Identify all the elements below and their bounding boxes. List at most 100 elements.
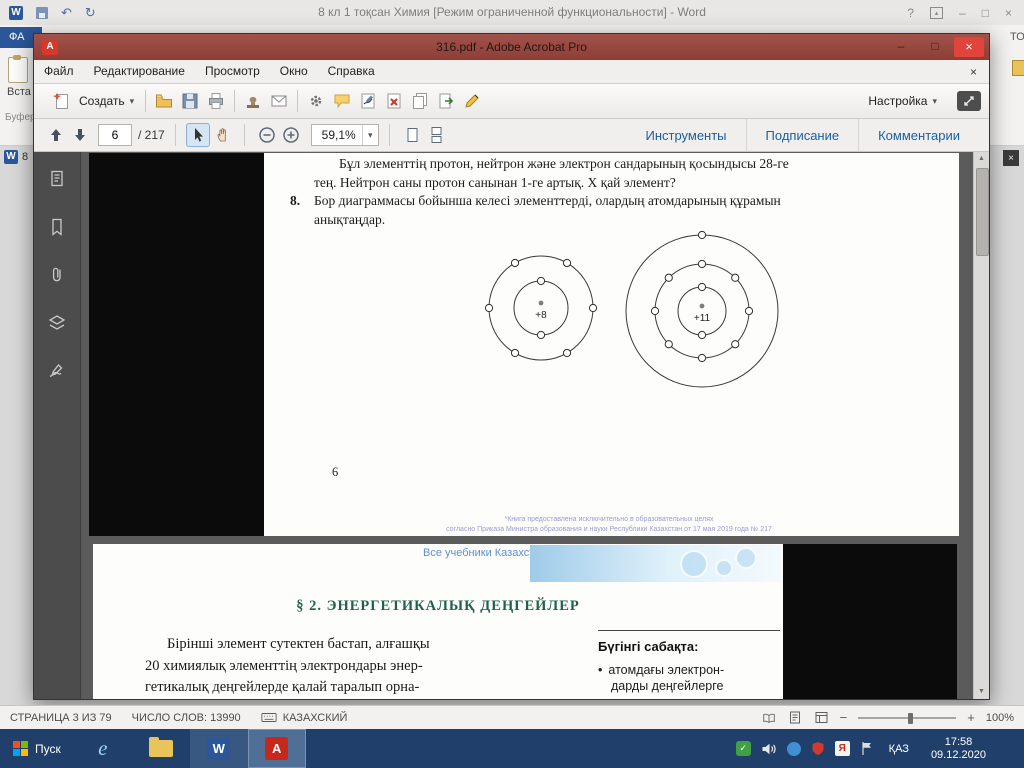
create-button[interactable]: Создать ▾ (42, 88, 140, 114)
gear-icon[interactable] (303, 89, 329, 113)
undo-icon[interactable]: ↶ (61, 6, 72, 19)
molecule-graphic (715, 559, 733, 577)
taskbar-word-button[interactable]: W (190, 729, 248, 768)
acrobat-titlebar[interactable]: A 316.pdf - Adobe Acrobat Pro – □ × (34, 34, 989, 60)
tab-sign[interactable]: Подписание (746, 119, 859, 151)
acrobat-close-icon[interactable]: × (954, 37, 984, 57)
single-page-view-icon[interactable] (400, 123, 424, 147)
menu-edit[interactable]: Редактирование (84, 60, 195, 83)
taskbar-explorer-button[interactable] (132, 729, 190, 768)
word-ribbon-tab-partial[interactable]: ТО (1010, 31, 1024, 43)
scrolling-view-icon[interactable] (424, 123, 448, 147)
tray-app-icon[interactable]: Я (835, 741, 850, 756)
svg-text:+11: +11 (694, 313, 711, 324)
zoom-in-icon[interactable]: + (967, 711, 975, 724)
menu-view[interactable]: Просмотр (195, 60, 270, 83)
vertical-scrollbar[interactable]: ▲ ▼ (973, 152, 989, 699)
tray-antivirus-icon[interactable] (811, 741, 825, 756)
ribbon-button-partial-icon[interactable] (1012, 60, 1024, 76)
tray-network-icon[interactable] (787, 742, 801, 756)
pane-close-icon[interactable]: × (1003, 150, 1019, 166)
document-close-icon[interactable]: × (970, 65, 989, 79)
zoom-out-icon[interactable]: − (840, 711, 848, 724)
paste-icon[interactable] (8, 57, 28, 83)
sign-icon[interactable] (355, 89, 381, 113)
scan-black-margin (89, 153, 264, 536)
word-minimize-icon[interactable]: – (959, 6, 966, 20)
ribbon-options-icon[interactable]: ▴ (930, 7, 943, 19)
print-layout-button[interactable] (788, 711, 803, 724)
zoom-in-icon[interactable] (279, 123, 303, 147)
select-tool-icon[interactable] (186, 123, 210, 147)
acrobat-minimize-icon[interactable]: – (886, 37, 916, 57)
bookmarks-icon[interactable] (42, 214, 72, 240)
page2-text: Бірінші элемент сутектен бастап, алғашқы… (145, 634, 519, 699)
footnote-line: согласно Приказа Министра образования и … (309, 525, 909, 535)
toolbar-separator (234, 90, 235, 112)
redo-icon[interactable]: ↻ (85, 6, 96, 19)
tab-tools[interactable]: Инструменты (626, 119, 745, 151)
taskbar-ie-button[interactable]: e (74, 729, 132, 768)
settings-button[interactable]: Настройка ▾ (862, 88, 943, 114)
zoom-slider-thumb[interactable] (908, 713, 913, 724)
menu-file[interactable]: Файл (34, 60, 84, 83)
lesson-goal-text: дарды деңгейлерге (611, 679, 780, 693)
start-button-label: Пуск (35, 742, 61, 756)
read-mode-button[interactable] (762, 711, 777, 724)
zoom-level-select[interactable]: 59,1% ▾ (311, 124, 379, 146)
zoom-out-icon[interactable] (255, 123, 279, 147)
paste-label[interactable]: Вста (7, 86, 31, 98)
menu-help[interactable]: Справка (318, 60, 385, 83)
comment-icon[interactable] (329, 89, 355, 113)
fullscreen-toggle-icon[interactable] (957, 91, 981, 111)
tab-comments[interactable]: Комментарии (858, 119, 979, 151)
word-document-item[interactable]: W 8 (4, 150, 28, 164)
copy-pages-icon[interactable] (407, 89, 433, 113)
layers-icon[interactable] (42, 310, 72, 336)
acrobat-menubar: Файл Редактирование Просмотр Окно Справк… (34, 60, 989, 84)
taskbar-language-indicator[interactable]: ҚАЗ (889, 743, 909, 755)
attachments-icon[interactable] (42, 262, 72, 288)
lesson-goal-text: атомдағы электрон- (608, 663, 724, 677)
word-restore-icon[interactable]: □ (982, 6, 989, 20)
menu-window[interactable]: Окно (270, 60, 318, 83)
tray-flag-icon[interactable] (860, 741, 873, 756)
edit-icon[interactable] (459, 89, 485, 113)
hand-tool-icon[interactable] (210, 123, 234, 147)
page-number-input[interactable] (98, 124, 132, 146)
word-count[interactable]: ЧИСЛО СЛОВ: 13990 (132, 712, 241, 724)
tray-security-icon[interactable]: ✓ (736, 741, 751, 756)
bullet-icon: • (598, 663, 602, 677)
scroll-down-icon[interactable]: ▼ (974, 685, 989, 699)
signatures-icon[interactable] (42, 358, 72, 384)
delete-pages-icon[interactable] (381, 89, 407, 113)
zoom-percentage[interactable]: 100% (986, 712, 1014, 724)
email-icon[interactable] (266, 89, 292, 113)
print-icon[interactable] (203, 89, 229, 113)
taskbar-clock[interactable]: 17:58 09.12.2020 (925, 736, 998, 762)
navigation-pane (34, 152, 81, 699)
acrobat-maximize-icon[interactable]: □ (920, 37, 950, 57)
taskbar-acrobat-button[interactable]: A (248, 729, 306, 768)
tray-volume-icon[interactable] (761, 742, 777, 756)
page-thumbnails-icon[interactable] (42, 166, 72, 192)
export-icon[interactable] (433, 89, 459, 113)
scrollbar-thumb[interactable] (976, 168, 989, 256)
word-close-icon[interactable]: × (1005, 6, 1012, 20)
help-icon[interactable]: ? (907, 6, 914, 20)
page-info[interactable]: СТРАНИЦА 3 ИЗ 79 (10, 712, 112, 724)
save-icon[interactable] (36, 7, 48, 19)
zoom-slider[interactable] (858, 712, 956, 724)
save-icon[interactable] (177, 89, 203, 113)
start-button[interactable]: Пуск (0, 729, 74, 768)
web-layout-button[interactable] (814, 711, 829, 724)
previous-page-icon[interactable] (44, 123, 68, 147)
page-number: 6 (332, 465, 338, 480)
document-view[interactable]: Бұл элементтің протон, нейтрон және элек… (81, 152, 973, 699)
open-file-icon[interactable] (151, 89, 177, 113)
word-app-icon[interactable]: W (9, 6, 23, 20)
next-page-icon[interactable] (68, 123, 92, 147)
stamp-icon[interactable] (240, 89, 266, 113)
language-indicator[interactable]: КАЗАХСКИЙ (283, 712, 348, 724)
scroll-up-icon[interactable]: ▲ (974, 152, 989, 166)
